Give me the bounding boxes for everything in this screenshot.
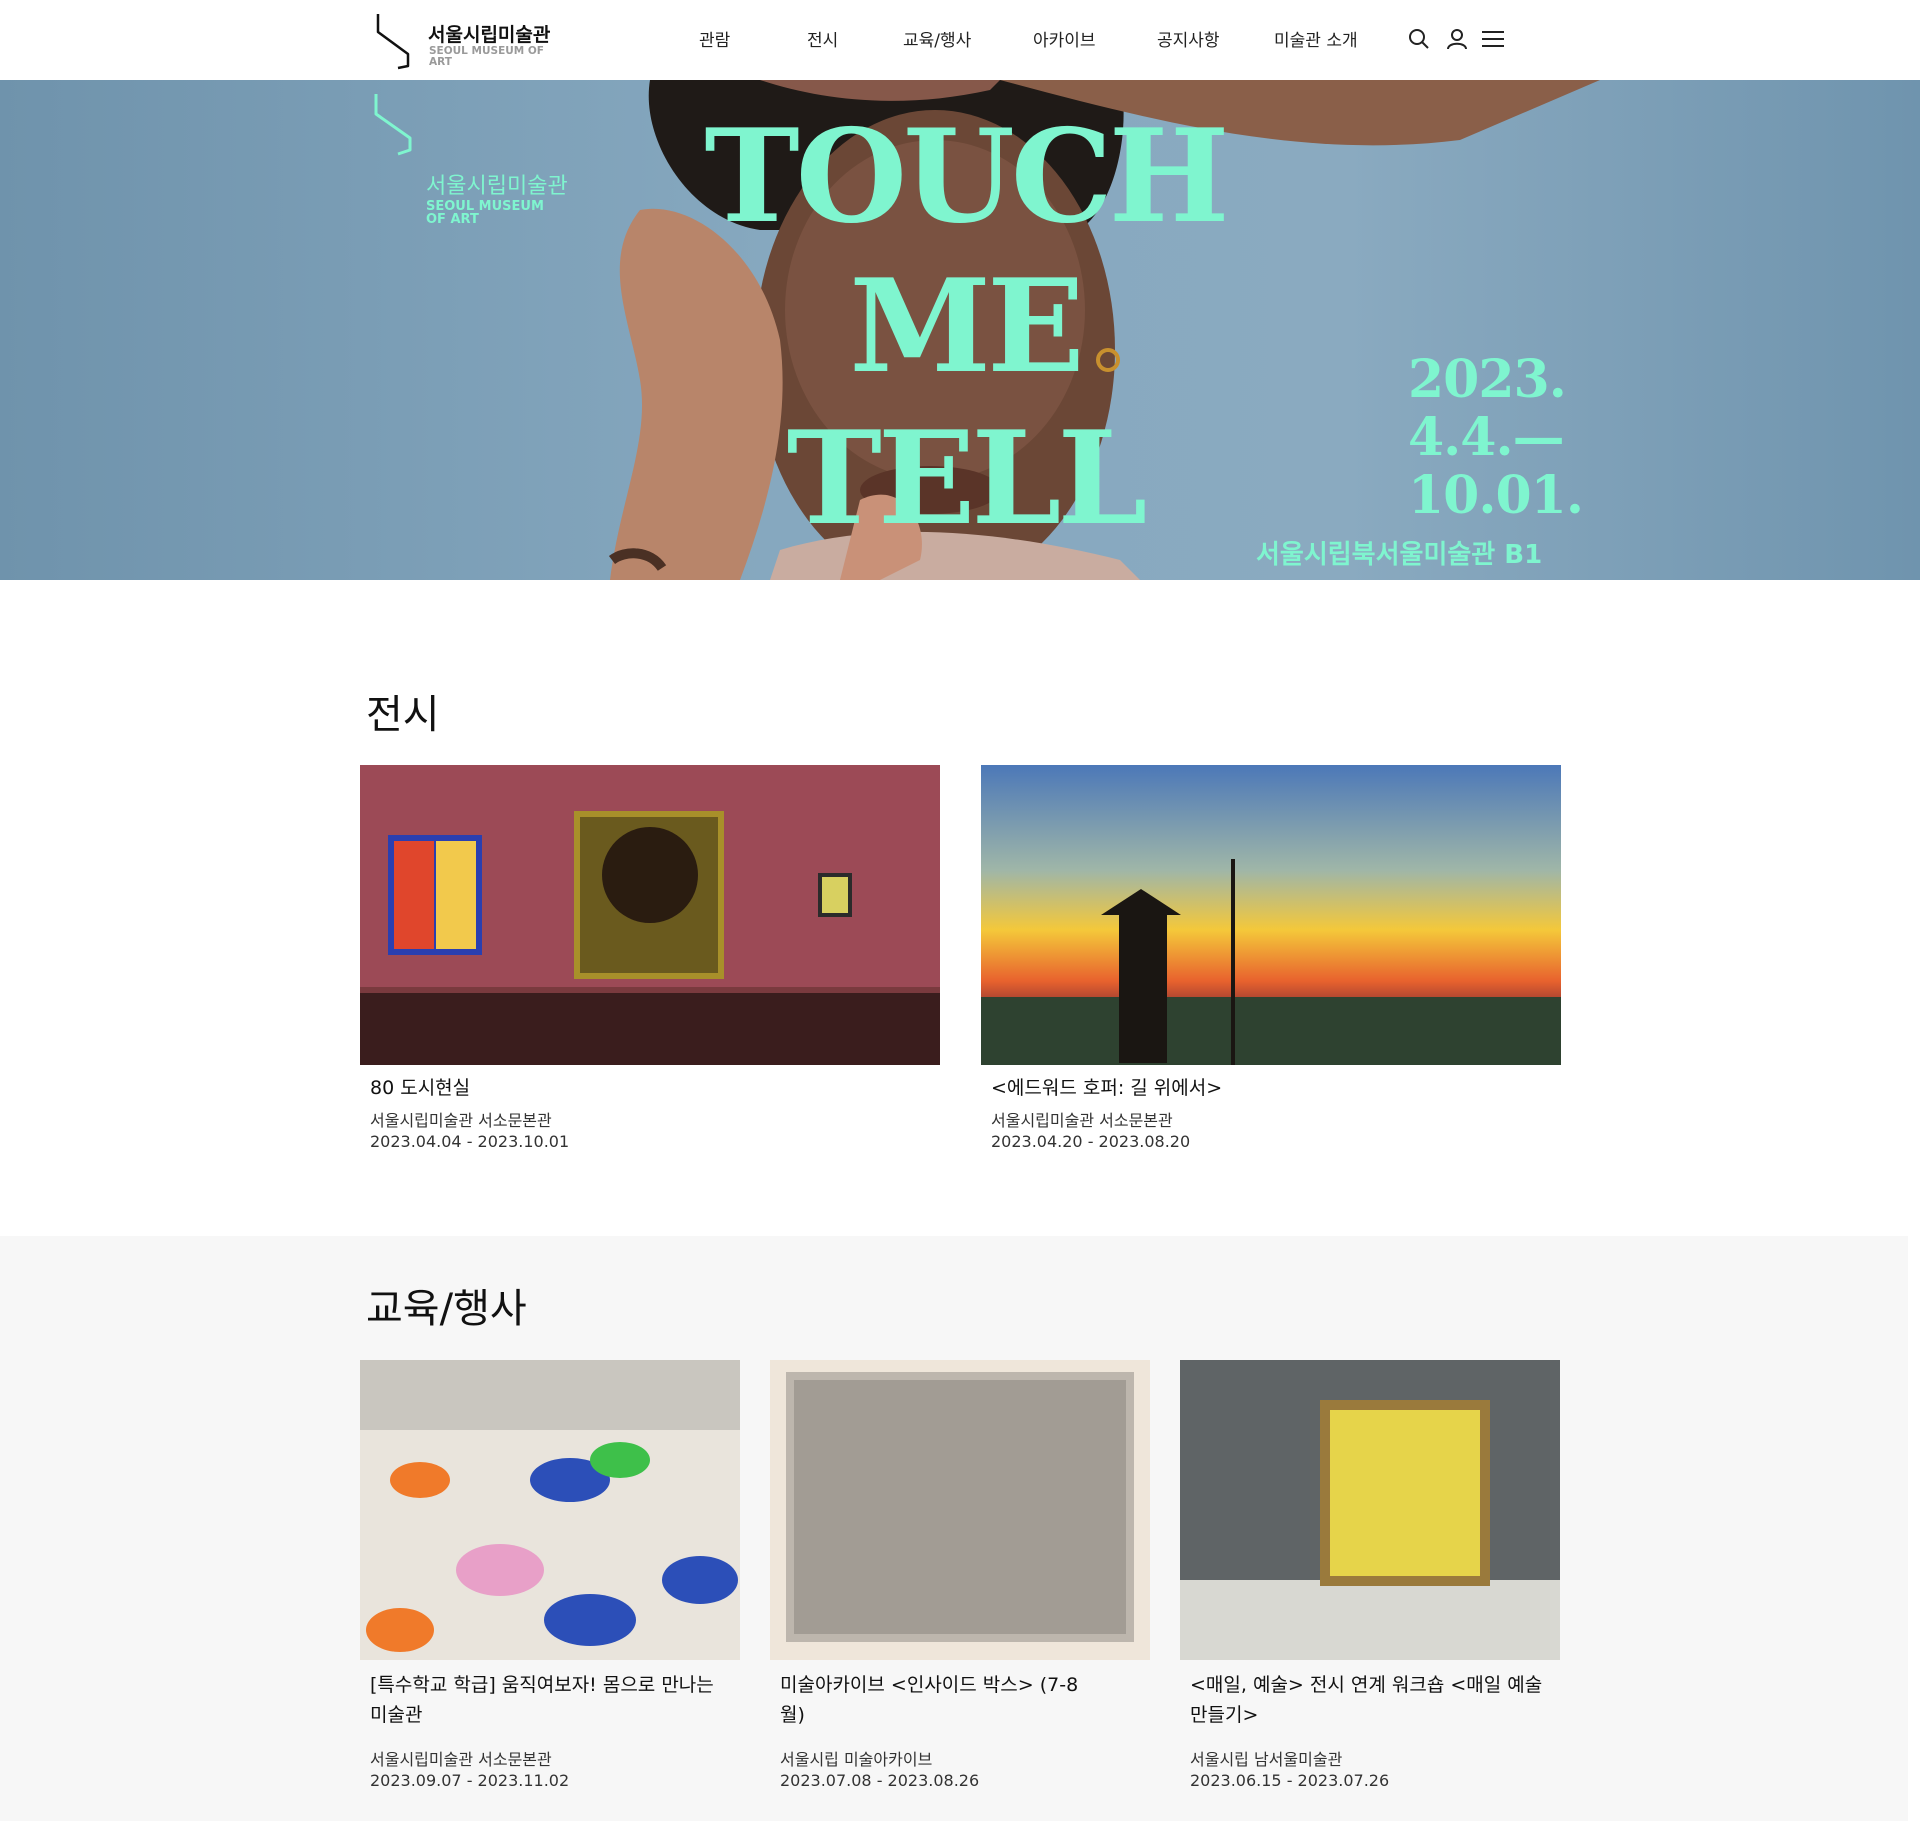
education-venue: 서울시립 남서울미술관 <box>1190 1750 1343 1769</box>
education-section: 교육/행사 [특수학교 학급] 움직여보자! 몸으로 만나는 미술관 서울시립미… <box>0 1236 1908 1821</box>
menu-icon[interactable] <box>1480 26 1506 52</box>
hero-date-line-1: 2023. <box>1408 349 1567 410</box>
exhibition-period: 2023.04.04 - 2023.10.01 <box>370 1132 570 1151</box>
hero-title-line-3: TELL <box>786 404 1148 554</box>
education-title: <매일, 예술> 전시 연계 워크숍 <매일 예술 만들기> <box>1190 1674 1543 1726</box>
logo-english-name: SEOUL MUSEUM OF ART <box>429 45 544 68</box>
education-title: [특수학교 학급] 움직여보자! 몸으로 만나는 미술관 <box>370 1674 714 1726</box>
exhibition-venue: 서울시립미술관 서소문본관 <box>370 1111 552 1130</box>
nav-archive[interactable]: 아카이브 <box>1033 26 1096 51</box>
nav-exhibition[interactable]: 전시 <box>807 26 838 51</box>
education-thumbnail <box>360 1360 740 1660</box>
nav-notice[interactable]: 공지사항 <box>1157 26 1220 51</box>
education-title: 미술아카이브 <인사이드 박스> (7-8월) <box>780 1674 1079 1726</box>
exhibition-venue: 서울시립미술관 서소문본관 <box>991 1111 1173 1130</box>
user-icon[interactable] <box>1444 26 1470 52</box>
hero-date-line-2: 4.4.— <box>1408 407 1565 468</box>
site-logo[interactable]: 서울시립미술관 SEOUL MUSEUM OF ART <box>372 10 572 70</box>
hero-logo-s-icon <box>374 94 412 156</box>
education-thumbnail <box>1180 1360 1560 1660</box>
logo-s-icon <box>376 14 410 70</box>
education-thumbnail <box>770 1360 1150 1660</box>
education-venue: 서울시립 미술아카이브 <box>780 1750 933 1769</box>
exhibition-card[interactable]: <에드워드 호퍼: 길 위에서> 서울시립미술관 서소문본관 2023.04.2… <box>981 765 1561 1165</box>
nav-education-events[interactable]: 교육/행사 <box>903 26 971 51</box>
search-icon[interactable] <box>1406 26 1432 52</box>
hero-title-line-1: TOUCH <box>704 102 1229 252</box>
education-card[interactable]: [특수학교 학급] 움직여보자! 몸으로 만나는 미술관 서울시립미술관 서소문… <box>360 1360 740 1815</box>
education-card[interactable]: <매일, 예술> 전시 연계 워크숍 <매일 예술 만들기> 서울시립 남서울미… <box>1180 1360 1560 1815</box>
site-header: 서울시립미술관 SEOUL MUSEUM OF ART 관람 전시 교육/행사 … <box>0 0 1920 80</box>
logo-korean-name: 서울시립미술관 <box>428 24 551 46</box>
education-heading: 교육/행사 <box>366 1286 527 1332</box>
education-period: 2023.09.07 - 2023.11.02 <box>370 1771 570 1790</box>
hero-banner[interactable]: 서울시립미술관 SEOUL MUSEUM OF ART TOUCH ME TEL… <box>0 80 1920 580</box>
exhibition-section: 전시 80 도시현실 서울시립미술관 서소문본관 2023.04.04 - 20… <box>0 580 1920 1236</box>
hero-title-line-2: ME <box>849 252 1084 402</box>
exhibition-thumbnail <box>981 765 1561 1065</box>
education-period: 2023.06.15 - 2023.07.26 <box>1190 1771 1390 1790</box>
exhibition-title: <에드워드 호퍼: 길 위에서> <box>991 1077 1223 1099</box>
exhibition-period: 2023.04.20 - 2023.08.20 <box>991 1132 1191 1151</box>
exhibition-heading: 전시 <box>366 692 440 738</box>
hero-venue: 서울시립북서울미술관 B1 <box>1256 540 1543 570</box>
education-card[interactable]: 미술아카이브 <인사이드 박스> (7-8월) 서울시립 미술아카이브 2023… <box>770 1360 1150 1815</box>
exhibition-title: 80 도시현실 <box>370 1077 471 1099</box>
nav-about[interactable]: 미술관 소개 <box>1274 26 1358 51</box>
hero-logo-korean: 서울시립미술관 <box>426 174 568 199</box>
hero-logo-english: SEOUL MUSEUM OF ART <box>426 199 544 227</box>
nav-visit[interactable]: 관람 <box>699 26 730 51</box>
hero-date-line-3: 10.01. <box>1408 465 1584 526</box>
education-venue: 서울시립미술관 서소문본관 <box>370 1750 552 1769</box>
exhibition-thumbnail <box>360 765 940 1065</box>
education-period: 2023.07.08 - 2023.08.26 <box>780 1771 980 1790</box>
exhibition-card[interactable]: 80 도시현실 서울시립미술관 서소문본관 2023.04.04 - 2023.… <box>360 765 940 1165</box>
